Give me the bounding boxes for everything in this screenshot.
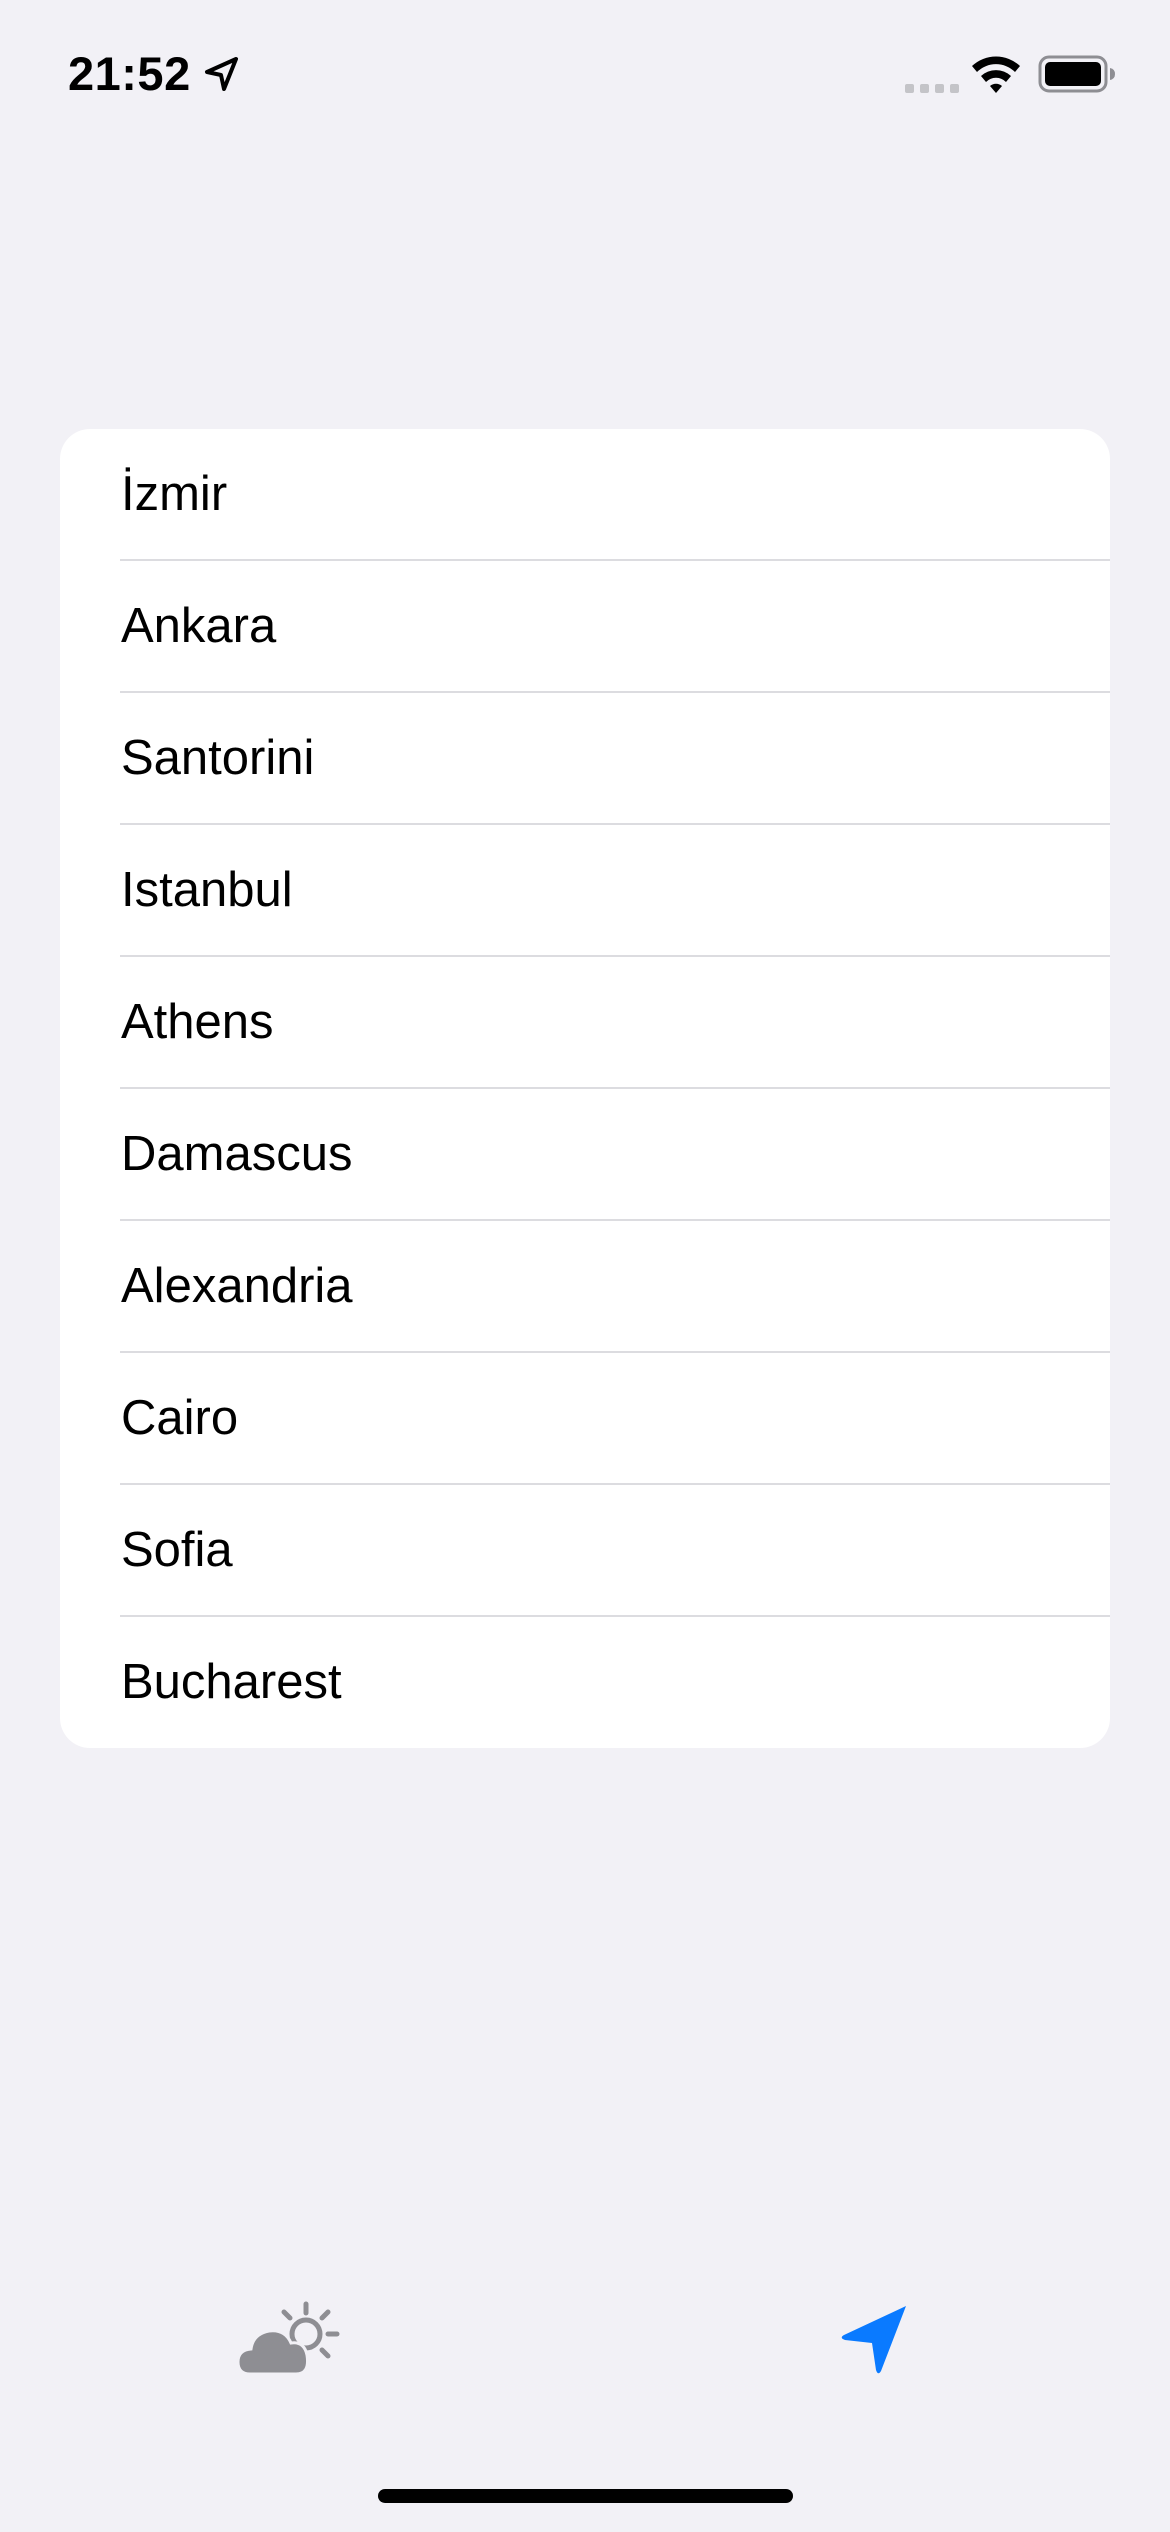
list-item[interactable]: Ankara	[60, 561, 1110, 693]
list-item[interactable]: Istanbul	[60, 825, 1110, 957]
city-list: İzmir Ankara Santorini Istanbul Athens D…	[60, 429, 1110, 1748]
battery-icon	[1038, 55, 1115, 93]
city-label: Sofia	[121, 1523, 233, 1577]
city-label: Bucharest	[121, 1655, 342, 1709]
list-item[interactable]: Bucharest	[60, 1617, 1110, 1748]
cloud-sun-icon[interactable]	[236, 2300, 346, 2380]
home-indicator	[378, 2489, 793, 2503]
city-label: Damascus	[121, 1127, 353, 1181]
list-item[interactable]: İzmir	[60, 429, 1110, 561]
list-item[interactable]: Sofia	[60, 1485, 1110, 1617]
location-arrow-icon[interactable]	[836, 2297, 916, 2377]
status-time: 21:52	[68, 47, 191, 100]
list-item[interactable]: Santorini	[60, 693, 1110, 825]
city-label: İzmir	[121, 467, 228, 521]
list-item[interactable]: Athens	[60, 957, 1110, 1089]
city-label: Ankara	[121, 599, 277, 653]
list-item[interactable]: Cairo	[60, 1353, 1110, 1485]
cell-signal-icon	[905, 84, 959, 93]
city-label: Athens	[121, 995, 274, 1049]
city-label: Istanbul	[121, 863, 293, 917]
tab-bar	[0, 2270, 1170, 2410]
location-arrow-icon	[205, 57, 238, 91]
list-item[interactable]: Damascus	[60, 1089, 1110, 1221]
list-item[interactable]: Alexandria	[60, 1221, 1110, 1353]
status-bar: 21:52	[0, 0, 1170, 150]
city-label: Santorini	[121, 731, 315, 785]
wifi-icon	[972, 56, 1020, 93]
city-label: Cairo	[121, 1391, 239, 1445]
city-label: Alexandria	[121, 1259, 353, 1313]
